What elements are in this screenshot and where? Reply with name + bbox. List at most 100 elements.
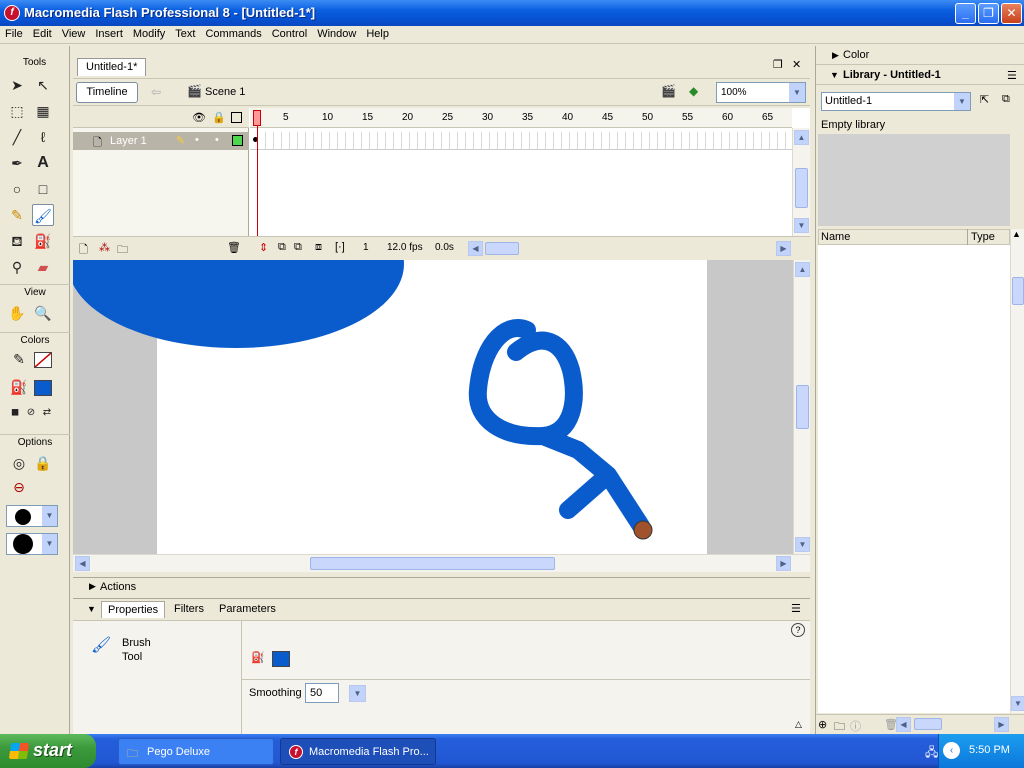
edit-symbols-icon[interactable]: ◆ [689,84,698,98]
ink-bottle-tool-icon[interactable]: ⛾ [6,230,28,252]
tab-properties[interactable]: Properties [101,601,166,618]
menu-window[interactable]: Window [312,26,361,40]
eye-icon[interactable]: 👁 [192,111,206,124]
collapse-icon[interactable]: △ [795,719,802,730]
stage-hscroll-thumb[interactable] [310,557,555,570]
menu-help[interactable]: Help [361,26,394,40]
properties-icon[interactable]: ⓘ [850,718,861,734]
minimize-button[interactable]: _ [955,3,976,24]
onion-outline-icon[interactable]: ⧉ [294,241,302,254]
scroll-right-icon[interactable]: ▶ [776,241,791,256]
tab-parameters[interactable]: Parameters [219,603,276,615]
oval-tool-icon[interactable]: ○ [6,178,28,200]
brush-mode-icon[interactable]: ◎ [8,452,30,474]
add-guide-layer-icon[interactable]: ⁂ [99,241,110,254]
tab-filters[interactable]: Filters [174,603,204,615]
eraser-tool-icon[interactable]: ▰ [32,256,54,278]
outline-icon[interactable] [231,112,242,123]
free-transform-tool-icon[interactable]: ⬚ [6,100,28,122]
gradient-transform-tool-icon[interactable]: ▦ [32,100,54,122]
expand-arrow-icon[interactable]: ▶ [89,581,96,592]
pencil-tool-icon[interactable]: ✎ [6,204,28,226]
zoom-select[interactable]: 100% ▼ [716,82,806,103]
scroll-thumb[interactable] [795,168,808,208]
library-vscroll-thumb[interactable] [1012,277,1024,305]
color-panel-header[interactable]: ▶ Color [816,46,1024,65]
menu-edit[interactable]: Edit [28,26,57,40]
restore-button[interactable]: ❐ [978,3,999,24]
brush-stroke-shape[interactable] [468,319,650,535]
network-icon[interactable]: 🖧 [925,743,938,764]
layer-row[interactable]: 🗋 Layer 1 ✎ • • [73,132,249,150]
stage-vscroll[interactable]: ▲ ▼ [793,260,810,554]
visible-dot-icon[interactable]: • [195,134,199,146]
frame-ruler[interactable]: 1 5 10 15 20 25 30 35 40 45 50 55 60 65 [250,108,792,128]
zoom-tool-icon[interactable]: 🔍 [32,302,54,324]
restore-doc-icon[interactable]: ❐ [773,58,783,71]
pen-tool-icon[interactable]: ✒ [6,152,28,174]
close-doc-icon[interactable]: ✕ [792,58,801,71]
document-tab[interactable]: Untitled-1* [77,58,147,76]
lasso-tool-icon[interactable]: ℓ [32,126,54,148]
frames-area[interactable]: 1 5 10 15 20 25 30 35 40 45 50 55 60 65 [250,108,792,236]
menu-modify[interactable]: Modify [128,26,170,40]
smoothing-input[interactable]: 50 [305,683,339,703]
subselection-tool-icon[interactable]: ↖ [32,74,54,96]
scroll-right-icon[interactable]: ▶ [776,556,791,571]
panel-options-icon[interactable]: ☰ [1007,69,1017,82]
sort-icon[interactable]: ▲ [1012,229,1021,239]
paint-bucket-tool-icon[interactable]: ⛽ [32,230,54,252]
unlocked-dot-icon[interactable]: • [215,134,219,146]
playhead-cap[interactable] [253,110,261,126]
add-layer-icon[interactable]: 🗋 [79,241,88,260]
timeline-vscroll[interactable]: ▲ ▼ [792,128,810,236]
scroll-down-icon[interactable]: ▼ [1011,696,1024,711]
panel-options-icon[interactable]: ☰ [791,602,801,615]
modify-markers-icon[interactable]: [·] [335,241,345,253]
column-name[interactable]: Name [821,231,850,243]
line-tool-icon[interactable]: ╱ [6,126,28,148]
menu-view[interactable]: View [57,26,91,40]
task-flash[interactable]: f Macromedia Flash Pro... [280,738,436,765]
stage-vscroll-thumb[interactable] [796,385,809,429]
menu-control[interactable]: Control [267,26,312,40]
playhead[interactable] [253,108,261,236]
lock-icon[interactable]: 🔒 [212,111,226,124]
edit-scene-icon[interactable]: 🎬 [661,84,676,98]
brush-size-select[interactable]: ▼ [6,505,58,527]
menu-insert[interactable]: Insert [90,26,128,40]
eyedropper-tool-icon[interactable]: ⚲ [6,256,28,278]
brush-shape-select[interactable]: ▼ [6,533,58,555]
new-library-icon[interactable]: ⧉ [1002,93,1010,106]
fill-color-swatch[interactable] [34,380,52,396]
timeline-toggle-button[interactable]: Timeline [76,82,138,103]
menu-text[interactable]: Text [170,26,200,40]
actions-panel-header[interactable]: ▶ Actions [73,577,810,597]
fill-color-swatch[interactable] [272,651,290,667]
library-panel-header[interactable]: ▼ Library - Untitled-1 ☰ [816,66,1024,85]
library-hscroll-thumb[interactable] [914,718,942,730]
task-pego-deluxe[interactable]: 🗀 Pego Deluxe [118,738,274,765]
scroll-left-icon[interactable]: ◀ [75,556,90,571]
blue-oval-shape[interactable] [73,260,404,348]
rectangle-tool-icon[interactable]: □ [32,178,54,200]
scroll-left-icon[interactable]: ◀ [468,241,483,256]
add-folder-icon[interactable]: 🗀 [117,241,128,260]
smoothing-dropdown-icon[interactable]: ▼ [349,685,366,702]
hand-tool-icon[interactable]: ✋ [6,302,28,324]
timeline-hscroll-thumb[interactable] [485,242,519,255]
new-symbol-icon[interactable]: ⊕ [818,718,827,731]
swap-colors-icon[interactable]: ⇄ [36,402,58,424]
tray-collapse-icon[interactable]: ‹ [943,742,960,759]
center-frame-icon[interactable]: ⇕ [259,241,268,254]
library-item-list[interactable] [818,245,1010,713]
menu-file[interactable]: File [0,26,28,40]
scroll-down-icon[interactable]: ▼ [794,218,809,233]
workspace[interactable] [73,260,793,554]
scroll-left-icon[interactable]: ◀ [896,717,911,732]
brush-tool-icon[interactable]: 🖌 [32,204,54,226]
frame-row[interactable] [250,132,792,150]
library-vscroll[interactable]: ▲ ▼ [1010,229,1024,713]
help-icon[interactable]: ? [791,623,805,637]
scroll-up-icon[interactable]: ▲ [794,130,809,145]
